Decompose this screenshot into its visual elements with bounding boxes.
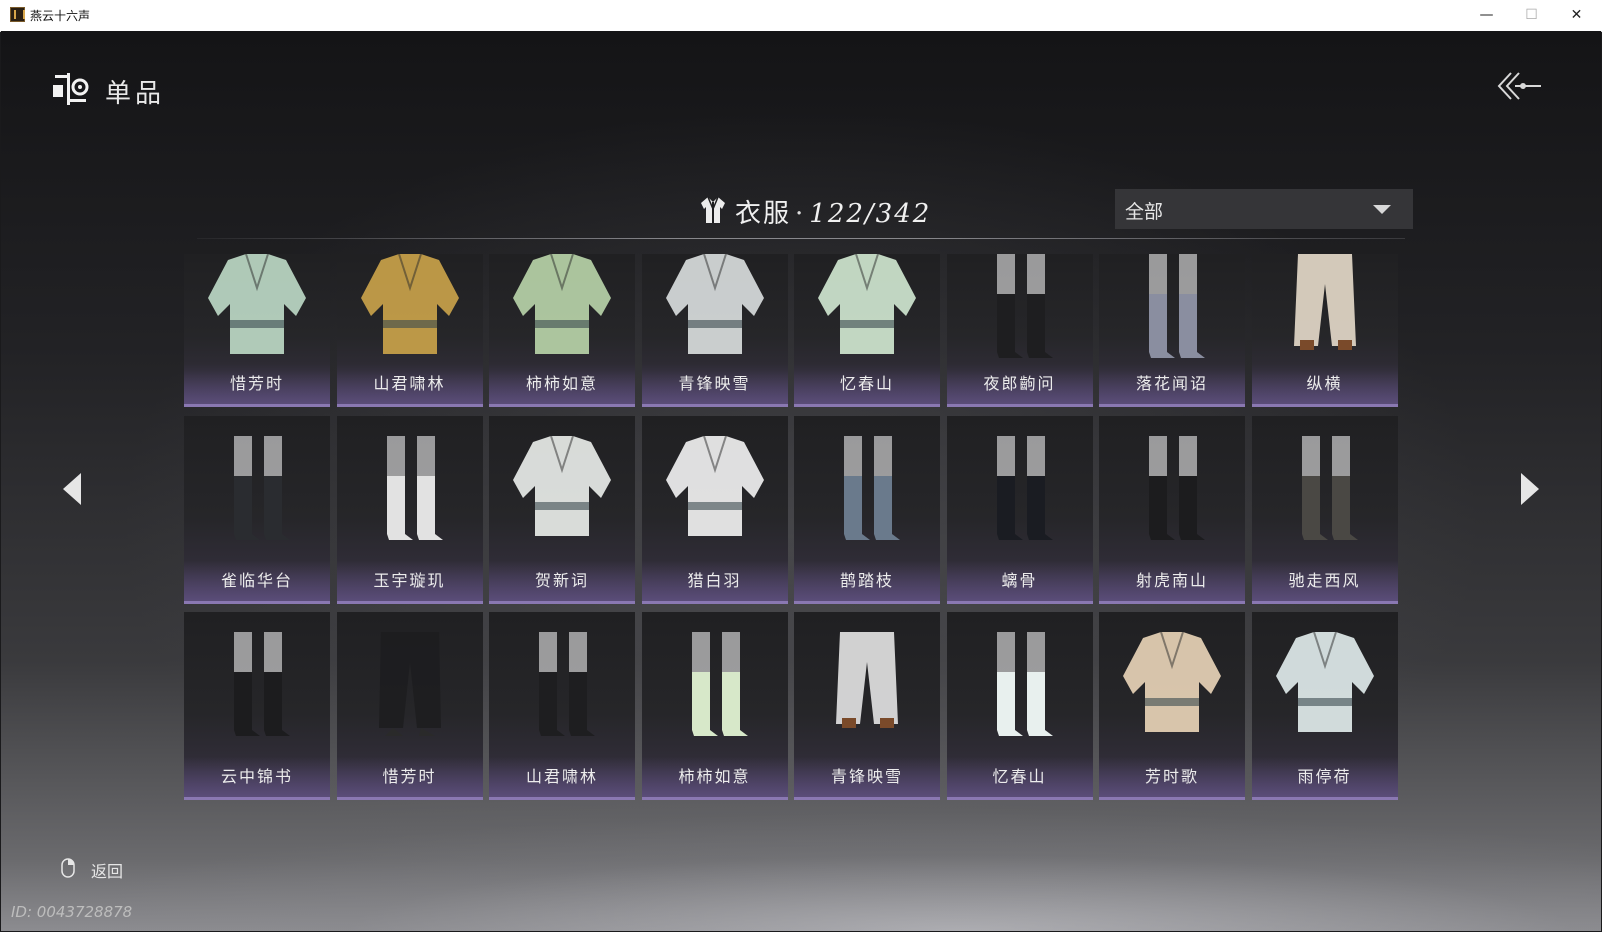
- outfit-name: 山君啸林: [525, 767, 598, 786]
- outfit-card[interactable]: 螭骨: [946, 416, 1093, 604]
- outfit-name: 鹊踏枝: [839, 571, 894, 590]
- outfit-card[interactable]: 落花闻诏: [1099, 254, 1245, 407]
- category-separator: ·: [795, 199, 806, 229]
- outfit-name: 云中锦书: [220, 767, 293, 786]
- collection-count: 122/342: [809, 199, 932, 229]
- outfit-card[interactable]: 玉宇璇玑: [336, 416, 483, 604]
- outfit-image: [378, 632, 441, 736]
- outfit-card[interactable]: 射虎南山: [1099, 416, 1245, 604]
- outfit-image: [513, 436, 611, 536]
- outfit-name: 柿柿如意: [525, 374, 598, 393]
- divider: [197, 238, 1405, 239]
- outfit-name: 忆春山: [992, 767, 1047, 786]
- outfit-image: [386, 436, 443, 540]
- outfit-card[interactable]: 柿柿如意: [489, 254, 635, 407]
- maximize-button[interactable]: ☐: [1509, 0, 1554, 31]
- outfit-image: [1301, 436, 1358, 540]
- game-viewport: 单品 衣服 · 122/342 全部 惜芳时 山君啸林 柿柿如意 青锋映雪 忆春…: [1, 31, 1601, 931]
- snow-ground-decoration: [1, 811, 1601, 931]
- outfit-card[interactable]: 惜芳时: [336, 612, 483, 800]
- outfit-name: 驰走西风: [1288, 571, 1361, 590]
- outfit-card[interactable]: 夜郎齣问: [946, 254, 1093, 407]
- outfit-name: 夜郎齣问: [983, 374, 1056, 393]
- outfit-image: [691, 632, 748, 736]
- outfit-image: [1275, 632, 1374, 732]
- category-label: 衣服 · 122/342: [735, 193, 931, 230]
- outfit-image: [208, 254, 306, 354]
- page-title: 单品: [105, 79, 166, 109]
- close-button[interactable]: ✕: [1554, 0, 1599, 31]
- outfit-image: [844, 436, 900, 540]
- window-title: 燕云十六声: [30, 9, 91, 23]
- outfit-name: 山君啸林: [373, 374, 446, 393]
- outfit-image: [665, 436, 764, 536]
- window-titlebar: 燕云十六声 — ☐ ✕: [0, 0, 1602, 32]
- outfit-name: 青锋映雪: [678, 374, 751, 393]
- outfit-card[interactable]: 惜芳时: [184, 254, 330, 407]
- outfit-card[interactable]: 纵横: [1251, 254, 1398, 407]
- outfit-name: 贺新词: [534, 571, 589, 590]
- outfit-name: 惜芳时: [382, 767, 437, 786]
- outfit-card[interactable]: 青锋映雪: [794, 612, 940, 800]
- user-id: ID: 0043728878: [11, 903, 133, 921]
- outfit-card[interactable]: 雀临华台: [184, 416, 330, 604]
- outfit-card[interactable]: 山君啸林: [336, 254, 483, 407]
- outfit-card[interactable]: 雨停荷: [1251, 612, 1398, 800]
- outfit-image: [665, 254, 764, 354]
- filter-dropdown[interactable]: 全部: [1115, 189, 1413, 229]
- minimize-button[interactable]: —: [1464, 0, 1509, 31]
- outfit-card[interactable]: 山君啸林: [489, 612, 635, 800]
- outfit-image: [539, 632, 595, 736]
- outfit-card[interactable]: 鹊踏枝: [794, 416, 940, 604]
- outfit-card[interactable]: 柿柿如意: [641, 612, 788, 800]
- outfit-image: [996, 632, 1053, 736]
- outfit-image: [1293, 254, 1356, 350]
- outfit-image: [1149, 436, 1205, 540]
- outfit-name: 玉宇璇玑: [373, 571, 446, 590]
- outfit-name: 猎白羽: [687, 571, 742, 590]
- chevron-down-icon: [1373, 205, 1391, 214]
- outfit-card[interactable]: 忆春山: [794, 254, 940, 407]
- collection-logo-icon: [53, 73, 89, 105]
- outfit-name: 螭骨: [1001, 571, 1038, 590]
- outfit-card[interactable]: 猎白羽: [641, 416, 788, 604]
- outfit-name: 芳时歌: [1144, 767, 1199, 786]
- filter-selected-value: 全部: [1125, 201, 1164, 223]
- outfit-image: [818, 254, 916, 354]
- outfit-image: [513, 254, 611, 354]
- outfit-card[interactable]: 驰走西风: [1251, 416, 1398, 604]
- back-arrow-icon[interactable]: [1495, 69, 1543, 103]
- outfit-image: [996, 436, 1053, 540]
- outfit-image: [234, 436, 290, 540]
- outfit-name: 雀临华台: [220, 571, 293, 590]
- outfit-card[interactable]: 青锋映雪: [641, 254, 788, 407]
- outfit-image: [1149, 254, 1205, 358]
- previous-page-arrow-icon[interactable]: [59, 469, 87, 509]
- outfit-card[interactable]: 贺新词: [489, 416, 635, 604]
- outfit-name: 惜芳时: [229, 374, 284, 393]
- outfit-image: [836, 632, 898, 728]
- outfit-image: [1123, 632, 1221, 732]
- app-icon: [10, 7, 25, 22]
- outfit-name: 柿柿如意: [678, 767, 751, 786]
- outfit-image: [360, 254, 459, 354]
- outfit-name: 忆春山: [839, 374, 894, 393]
- outfit-card[interactable]: 芳时歌: [1099, 612, 1245, 800]
- outfit-card[interactable]: 忆春山: [946, 612, 1093, 800]
- outfit-image: [234, 632, 290, 736]
- next-page-arrow-icon[interactable]: [1515, 469, 1543, 509]
- clothing-icon: [701, 196, 725, 223]
- outfit-name: 青锋映雪: [830, 767, 903, 786]
- outfit-name: 射虎南山: [1135, 571, 1208, 590]
- outfit-name: 落花闻诏: [1135, 374, 1208, 393]
- outfit-card[interactable]: 云中锦书: [184, 612, 330, 800]
- category-name: 衣服: [735, 199, 792, 229]
- outfit-image: [996, 254, 1053, 358]
- right-mouse-icon: [61, 858, 75, 878]
- back-label: 返回: [91, 862, 124, 881]
- outfit-name: 纵横: [1306, 374, 1343, 393]
- outfit-name: 雨停荷: [1297, 767, 1352, 786]
